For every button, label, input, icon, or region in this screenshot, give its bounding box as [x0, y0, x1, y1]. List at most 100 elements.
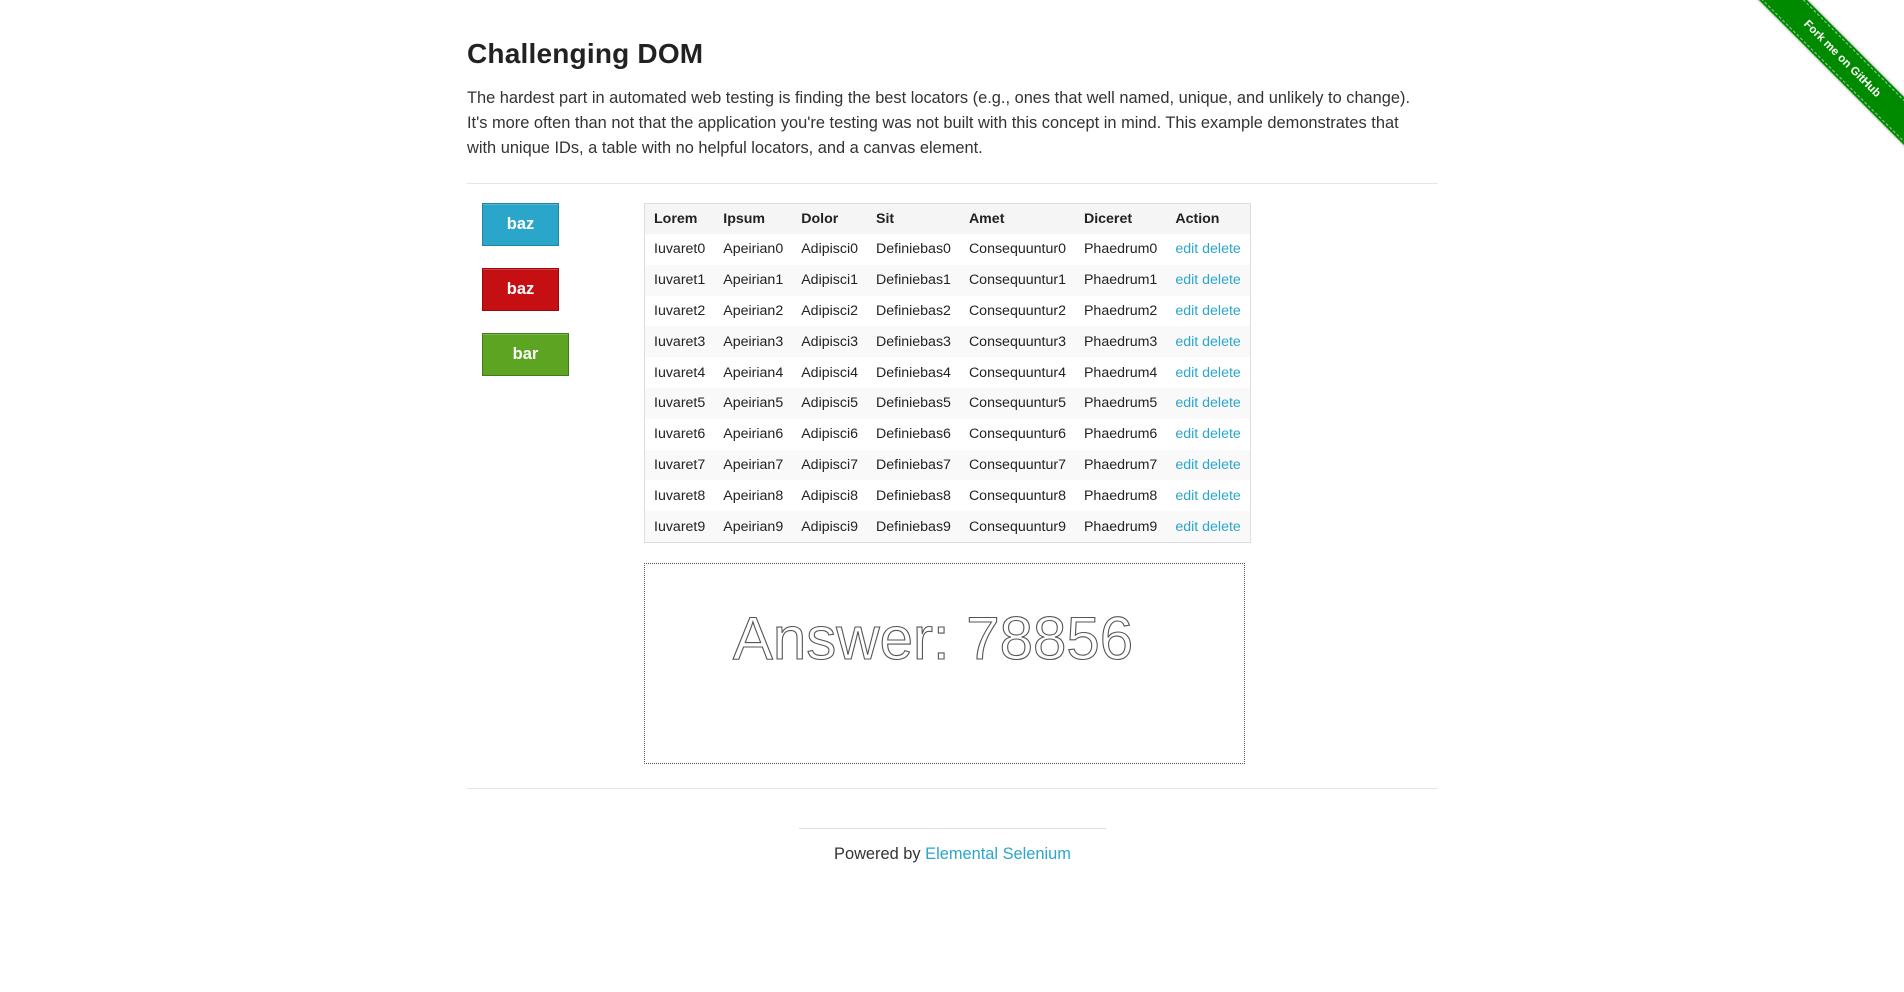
table-cell: Consequuntur8	[959, 480, 1075, 512]
table-cell: Adipisci6	[792, 418, 867, 450]
delete-link[interactable]: delete	[1202, 272, 1241, 288]
green-success-button[interactable]: bar	[482, 333, 569, 376]
table-cell: Apeirian6	[714, 418, 793, 450]
table-row: Iuvaret8 Apeirian8 Adipisci8 Definiebas8 Con…	[644, 480, 1251, 512]
action-cell: edit delete	[1166, 295, 1251, 327]
header-amet: Amet	[959, 203, 1075, 234]
table-cell: Apeirian0	[714, 234, 793, 265]
delete-link[interactable]: delete	[1202, 365, 1241, 381]
table-row: Iuvaret4 Apeirian4 Adipisci4 Definiebas4 Con…	[644, 357, 1251, 388]
table-cell: Definiebas8	[867, 480, 960, 512]
canvas-element: Answer: 78856	[644, 563, 1245, 764]
table-row: Iuvaret1 Apeirian1 Adipisci1 Definiebas1 Con…	[644, 264, 1251, 296]
table-cell: Consequuntur0	[959, 234, 1075, 265]
table-cell: Phaedrum6	[1074, 418, 1167, 450]
table-row: Iuvaret5 Apeirian5 Adipisci5 Definiebas5 Con…	[644, 387, 1251, 419]
data-table: Lorem Ipsum Dolor Sit Amet Diceret Actio…	[644, 203, 1251, 543]
action-cell: edit delete	[1166, 387, 1251, 419]
table-cell: Apeirian3	[714, 326, 793, 358]
table-cell: Consequuntur9	[959, 511, 1075, 543]
action-cell: edit delete	[1166, 511, 1251, 543]
page-description: The hardest part in automated web testin…	[467, 89, 1411, 157]
table-cell: Apeirian9	[714, 511, 793, 543]
edit-link[interactable]: edit	[1175, 395, 1198, 411]
table-cell: Phaedrum5	[1074, 387, 1167, 419]
edit-link[interactable]: edit	[1175, 457, 1198, 473]
table-cell: Definiebas2	[867, 295, 960, 327]
page: Challenging DOM The hardest part in auto…	[0, 0, 1904, 992]
table-cell: Definiebas4	[867, 357, 960, 388]
table-cell: Adipisci4	[792, 357, 867, 388]
footer-elemental-selenium-link[interactable]: Elemental Selenium	[925, 845, 1071, 863]
table-cell: Iuvaret0	[644, 234, 715, 265]
top-divider	[467, 183, 1438, 184]
table-row: Iuvaret3 Apeirian3 Adipisci3 Definiebas3 Con…	[644, 326, 1251, 358]
delete-link[interactable]: delete	[1202, 303, 1241, 319]
table-cell: Consequuntur1	[959, 264, 1075, 296]
delete-link[interactable]: delete	[1202, 457, 1241, 473]
table-cell: Phaedrum4	[1074, 357, 1167, 388]
table-row: Iuvaret0 Apeirian0 Adipisci0 Definiebas0 Con…	[644, 234, 1251, 265]
table-cell: Definiebas6	[867, 418, 960, 450]
table-header-row: Lorem Ipsum Dolor Sit Amet Diceret Actio…	[644, 203, 1251, 234]
delete-link[interactable]: delete	[1202, 334, 1241, 350]
edit-link[interactable]: edit	[1175, 365, 1198, 381]
table-cell: Iuvaret1	[644, 264, 715, 296]
page-title: Challenging DOM	[467, 38, 704, 69]
footer-powered-by: Powered by	[834, 845, 921, 863]
action-cell: edit delete	[1166, 480, 1251, 512]
table-row: Iuvaret7 Apeirian7 Adipisci7 Definiebas7 Con…	[644, 449, 1251, 481]
table-cell: Adipisci9	[792, 511, 867, 543]
blue-button[interactable]: baz	[482, 203, 559, 246]
table-cell: Phaedrum2	[1074, 295, 1167, 327]
table-cell: Adipisci3	[792, 326, 867, 358]
header-diceret: Diceret	[1074, 203, 1167, 234]
table-cell: Iuvaret7	[644, 449, 715, 481]
header-ipsum: Ipsum	[714, 203, 793, 234]
edit-link[interactable]: edit	[1175, 426, 1198, 442]
table-cell: Consequuntur4	[959, 357, 1075, 388]
table-cell: Iuvaret5	[644, 387, 715, 419]
header-action: Action	[1166, 203, 1251, 234]
canvas-answer-text: Answer: 78856	[733, 605, 1133, 672]
fork-me-on-github-ribbon[interactable]: Fork me on GitHub	[1754, 0, 1904, 149]
table-cell: Phaedrum9	[1074, 511, 1167, 543]
action-cell: edit delete	[1166, 357, 1251, 388]
table-cell: Iuvaret4	[644, 357, 715, 388]
green-button-label: bar	[512, 345, 539, 363]
table-cell: Definiebas5	[867, 387, 960, 419]
table-cell: Consequuntur6	[959, 418, 1075, 450]
table-cell: Adipisci2	[792, 295, 867, 327]
delete-link[interactable]: delete	[1202, 426, 1241, 442]
table-cell: Adipisci0	[792, 234, 867, 265]
red-alert-button[interactable]: baz	[482, 268, 559, 311]
table-cell: Definiebas3	[867, 326, 960, 358]
action-cell: edit delete	[1166, 326, 1251, 358]
edit-link[interactable]: edit	[1175, 488, 1198, 504]
table-cell: Iuvaret6	[644, 418, 715, 450]
action-cell: edit delete	[1166, 418, 1251, 450]
table-cell: Adipisci1	[792, 264, 867, 296]
delete-link[interactable]: delete	[1202, 488, 1241, 504]
header-lorem: Lorem	[644, 203, 715, 234]
delete-link[interactable]: delete	[1202, 241, 1241, 257]
table-cell: Definiebas9	[867, 511, 960, 543]
edit-link[interactable]: edit	[1175, 519, 1198, 535]
ribbon-label: Fork me on GitHub	[1754, 0, 1904, 148]
edit-link[interactable]: edit	[1175, 241, 1198, 257]
delete-link[interactable]: delete	[1202, 519, 1241, 535]
table-cell: Phaedrum0	[1074, 234, 1167, 265]
table-cell: Phaedrum3	[1074, 326, 1167, 358]
edit-link[interactable]: edit	[1175, 334, 1198, 350]
table-cell: Iuvaret2	[644, 295, 715, 327]
table-cell: Iuvaret8	[644, 480, 715, 512]
table-cell: Apeirian4	[714, 357, 793, 388]
edit-link[interactable]: edit	[1175, 303, 1198, 319]
table-cell: Definiebas0	[867, 234, 960, 265]
edit-link[interactable]: edit	[1175, 272, 1198, 288]
footer-divider	[799, 828, 1106, 829]
bottom-divider	[467, 788, 1438, 789]
action-cell: edit delete	[1166, 264, 1251, 296]
action-cell: edit delete	[1166, 449, 1251, 481]
delete-link[interactable]: delete	[1202, 395, 1241, 411]
